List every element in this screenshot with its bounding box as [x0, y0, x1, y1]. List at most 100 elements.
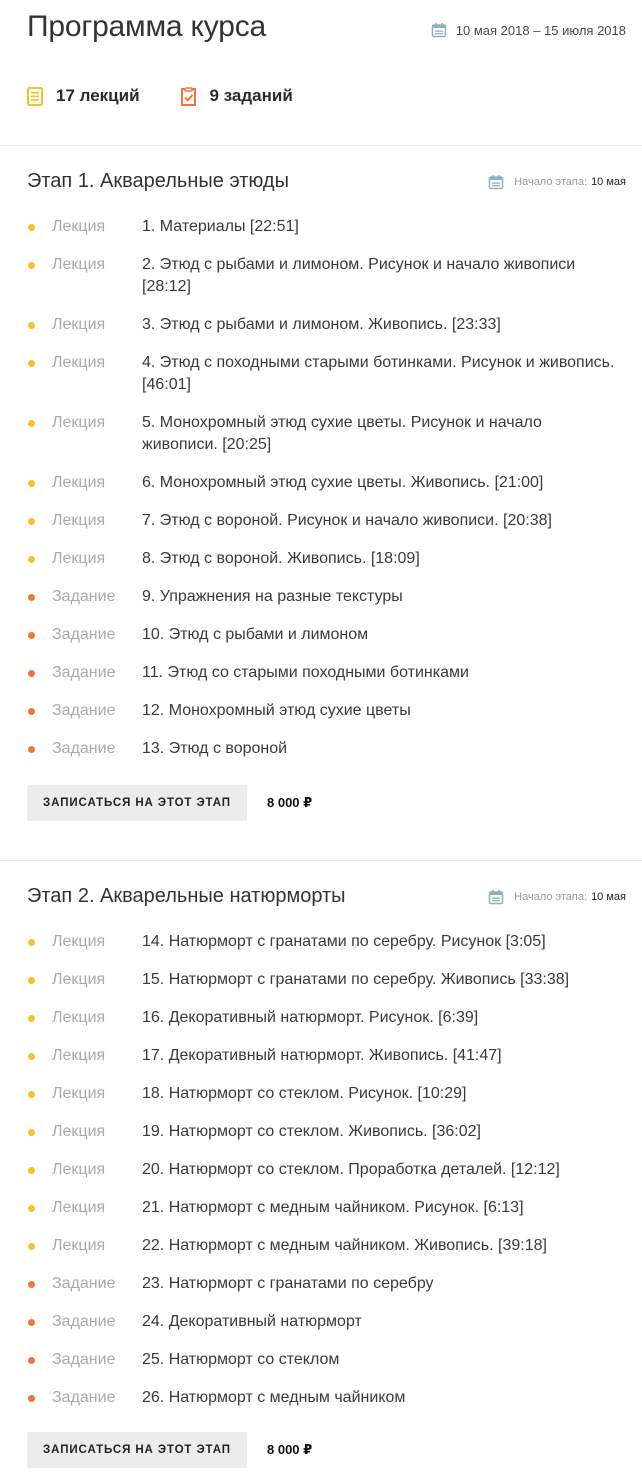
item-title: 17. Декоративный натюрморт. Живопись. [4…	[142, 1047, 502, 1064]
stage-price: 8 000 ₽	[267, 795, 313, 810]
lectures-stat: 17 лекций	[27, 86, 140, 106]
list-item[interactable]: Лекция 19. Натюрморт со стеклом. Живопись…	[0, 1121, 642, 1159]
task-check-icon	[180, 86, 196, 106]
item-kind: Лекция	[52, 474, 106, 491]
item-title: 1. Материалы [22:51]	[142, 218, 299, 235]
lecture-dot-icon	[28, 977, 35, 984]
item-kind: Лекция	[52, 512, 106, 529]
list-item[interactable]: Задание 24. Декоративный натюрморт	[0, 1311, 642, 1349]
list-item[interactable]: Лекция 18. Натюрморт со стеклом. Рисунок.…	[0, 1083, 642, 1121]
item-kind: Лекция	[52, 933, 106, 950]
list-item[interactable]: Лекция 7. Этюд с вороной. Рисунок и начал…	[0, 510, 642, 548]
list-item[interactable]: Лекция 8. Этюд с вороной. Живопись. [18:0…	[0, 548, 642, 586]
item-kind: Лекция	[52, 1123, 106, 1140]
item-title: 12. Монохромный этюд сухие цветы	[142, 702, 411, 719]
stage-1: Этап 1. Акварельные этюды Начало этапа: …	[0, 146, 642, 861]
list-item[interactable]: Лекция 17. Декоративный натюрморт. Живопи…	[0, 1045, 642, 1083]
enroll-stage-button[interactable]: ЗАПИСАТЬСЯ НА ЭТОТ ЭТАП	[27, 785, 247, 821]
list-item[interactable]: Задание 10. Этюд с рыбами и лимоном	[0, 624, 642, 662]
list-item[interactable]: Лекция 5. Монохромный этюд сухие цветы. Р…	[0, 412, 642, 472]
item-title: 7. Этюд с вороной. Рисунок и начало живо…	[142, 512, 552, 529]
item-title: 9. Упражнения на разные текстуры	[142, 588, 403, 605]
item-kind: Задание	[52, 702, 116, 719]
enroll-stage-button[interactable]: ЗАПИСАТЬСЯ НА ЭТОТ ЭТАП	[27, 1432, 247, 1468]
list-item[interactable]: Задание 13. Этюд с вороной	[0, 738, 642, 776]
lecture-dot-icon	[28, 939, 35, 946]
lecture-dot-icon	[28, 322, 35, 329]
course-dates: 10 мая 2018 – 15 июля 2018	[431, 22, 626, 38]
list-item[interactable]: Лекция 16. Декоративный натюрморт. Рисуно…	[0, 1007, 642, 1045]
item-kind: Лекция	[52, 550, 106, 567]
item-title: 5. Монохромный этюд сухие цветы. Рисунок…	[142, 414, 542, 453]
stage-2: Этап 2. Акварельные натюрморты Начало эт…	[0, 861, 642, 1481]
enroll-row: ЗАПИСАТЬСЯ НА ЭТОТ ЭТАП 8 000 ₽	[27, 785, 312, 821]
list-item[interactable]: Задание 23. Натюрморт с гранатами по сере…	[0, 1273, 642, 1311]
list-item[interactable]: Лекция 14. Натюрморт с гранатами по сереб…	[0, 931, 642, 969]
item-kind: Задание	[52, 740, 116, 757]
stage-items: Лекция 1. Материалы [22:51] Лекция 2. Этюд …	[0, 216, 642, 776]
calendar-icon	[431, 22, 447, 38]
list-item[interactable]: Задание 25. Натюрморт со стеклом	[0, 1349, 642, 1387]
list-item[interactable]: Лекция 6. Монохромный этюд сухие цветы. Ж…	[0, 472, 642, 510]
list-item[interactable]: Задание 9. Упражнения на разные текстуры	[0, 586, 642, 624]
stage-start: Начало этапа: 10 мая	[488, 889, 626, 905]
task-dot-icon	[28, 1319, 35, 1326]
lecture-dot-icon	[28, 1015, 35, 1022]
lecture-dot-icon	[28, 1243, 35, 1250]
lecture-dot-icon	[28, 1167, 35, 1174]
lecture-dot-icon	[28, 480, 35, 487]
list-item[interactable]: Лекция 4. Этюд с походными старыми ботинк…	[0, 352, 642, 412]
stage-start: Начало этапа: 10 мая	[488, 174, 626, 190]
stage-price: 8 000 ₽	[267, 1442, 313, 1457]
task-dot-icon	[28, 632, 35, 639]
page-title: Программа курса	[27, 10, 267, 43]
list-item[interactable]: Задание 11. Этюд со старыми походными бот…	[0, 662, 642, 700]
stage-title: Этап 1. Акварельные этюды	[27, 170, 289, 192]
item-title: 16. Декоративный натюрморт. Рисунок. [6:…	[142, 1009, 479, 1026]
item-kind: Лекция	[52, 256, 106, 273]
course-stats: 17 лекций 9 заданий	[27, 86, 293, 106]
calendar-icon	[488, 889, 504, 905]
item-kind: Задание	[52, 1389, 116, 1406]
lecture-dot-icon	[28, 262, 35, 269]
stage-start-date: 10 мая	[591, 891, 626, 903]
item-title: 3. Этюд с рыбами и лимоном. Живопись. [2…	[142, 316, 501, 333]
item-title: 18. Натюрморт со стеклом. Рисунок. [10:2…	[142, 1085, 467, 1102]
task-dot-icon	[28, 1395, 35, 1402]
stage-start-date: 10 мая	[591, 176, 626, 188]
course-header: Программа курса 10 мая 2018 – 15 июля 20…	[0, 0, 642, 146]
item-kind: Лекция	[52, 316, 106, 333]
lecture-dot-icon	[28, 518, 35, 525]
item-kind: Лекция	[52, 1237, 106, 1254]
item-title: 20. Натюрморт со стеклом. Проработка дет…	[142, 1161, 560, 1178]
item-title: 13. Этюд с вороной	[142, 740, 288, 757]
item-title: 19. Натюрморт со стеклом. Живопись. [36:…	[142, 1123, 481, 1140]
task-dot-icon	[28, 1357, 35, 1364]
item-title: 23. Натюрморт с гранатами по серебру	[142, 1275, 434, 1292]
item-kind: Лекция	[52, 1199, 106, 1216]
list-item[interactable]: Лекция 21. Натюрморт с медным чайником. Р…	[0, 1197, 642, 1235]
item-kind: Лекция	[52, 971, 106, 988]
item-title: 14. Натюрморт с гранатами по серебру. Ри…	[142, 933, 546, 950]
list-item[interactable]: Лекция 2. Этюд с рыбами и лимоном. Рисуно…	[0, 254, 642, 314]
list-item[interactable]: Лекция 20. Натюрморт со стеклом. Проработ…	[0, 1159, 642, 1197]
list-item[interactable]: Задание 26. Натюрморт с медным чайником	[0, 1387, 642, 1425]
item-kind: Задание	[52, 1313, 116, 1330]
list-item[interactable]: Лекция 3. Этюд с рыбами и лимоном. Живопи…	[0, 314, 642, 352]
item-kind: Задание	[52, 1351, 116, 1368]
list-item[interactable]: Лекция 15. Натюрморт с гранатами по сереб…	[0, 969, 642, 1007]
list-item[interactable]: Лекция 1. Материалы [22:51]	[0, 216, 642, 254]
item-title: 21. Натюрморт с медным чайником. Рисунок…	[142, 1199, 524, 1216]
list-item[interactable]: Задание 12. Монохромный этюд сухие цветы	[0, 700, 642, 738]
item-kind: Задание	[52, 626, 116, 643]
item-title: 6. Монохромный этюд сухие цветы. Живопис…	[142, 474, 544, 491]
item-title: 25. Натюрморт со стеклом	[142, 1351, 340, 1368]
stage-items: Лекция 14. Натюрморт с гранатами по сереб…	[0, 931, 642, 1425]
item-kind: Лекция	[52, 354, 106, 371]
item-title: 8. Этюд с вороной. Живопись. [18:09]	[142, 550, 420, 567]
item-kind: Лекция	[52, 1085, 106, 1102]
course-dates-text: 10 мая 2018 – 15 июля 2018	[455, 22, 626, 38]
lecture-dot-icon	[28, 1129, 35, 1136]
list-item[interactable]: Лекция 22. Натюрморт с медным чайником. Ж…	[0, 1235, 642, 1273]
lecture-dot-icon	[28, 360, 35, 367]
